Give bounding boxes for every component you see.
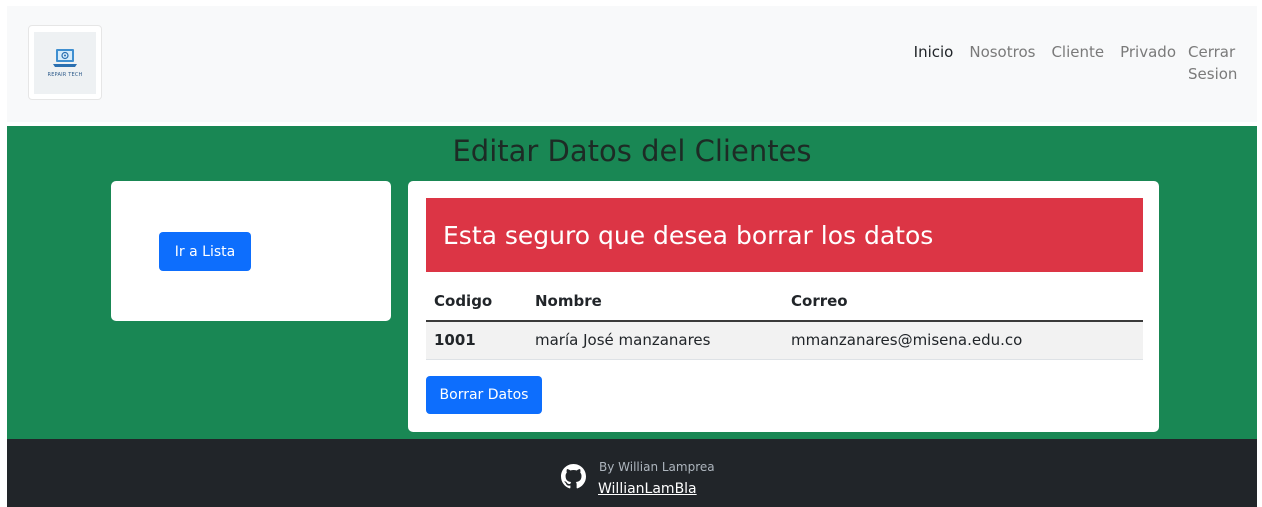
nav-item-inicio[interactable]: Inicio (906, 41, 962, 85)
confirm-delete-card: Esta seguro que desea borrar los datos C… (408, 181, 1159, 432)
column-header-nombre: Nombre (535, 292, 602, 310)
footer: By Willian Lamprea WillianLamBla (7, 439, 1257, 507)
nav-item-privado[interactable]: Privado (1112, 41, 1184, 85)
cell-correo: mmanzanares@misena.edu.co (783, 321, 1143, 360)
navbar: REPAIR TECH Inicio Nosotros Cliente Priv… (7, 6, 1257, 122)
footer-github-link[interactable]: WillianLamBla (598, 481, 697, 497)
table-header-row: Codigo Nombre Correo (426, 282, 1143, 321)
laptop-icon (53, 48, 77, 67)
brand-logo[interactable]: REPAIR TECH (28, 25, 102, 100)
column-header-codigo: Codigo (434, 292, 493, 310)
delete-confirmation-banner: Esta seguro que desea borrar los datos (426, 198, 1143, 272)
table-row: 1001 maría José manzanares mmanzanares@m… (426, 321, 1143, 360)
nav-item-cliente[interactable]: Cliente (1043, 41, 1112, 85)
logo-image: REPAIR TECH (34, 31, 96, 94)
cell-nombre: maría José manzanares (527, 321, 783, 360)
logo-text: REPAIR TECH (47, 71, 83, 78)
nav-item-cerrar-sesion[interactable]: Cerrar Sesion (1184, 41, 1242, 85)
github-icon (561, 464, 586, 489)
footer-author: By Willian Lamprea (599, 460, 715, 474)
navigation-card: Ir a Lista (111, 181, 391, 321)
main-section: Editar Datos del Clientes Ir a Lista Est… (7, 126, 1257, 439)
client-table: Codigo Nombre Correo 1001 maría José man… (426, 282, 1143, 360)
column-header-correo: Correo (791, 292, 848, 310)
nav-item-nosotros[interactable]: Nosotros (961, 41, 1043, 85)
cell-codigo: 1001 (426, 321, 527, 360)
nav-links: Inicio Nosotros Cliente Privado Cerrar S… (906, 41, 1242, 85)
delete-data-button[interactable]: Borrar Datos (426, 376, 542, 414)
page-title: Editar Datos del Clientes (452, 134, 812, 168)
go-to-list-button[interactable]: Ir a Lista (159, 232, 251, 271)
